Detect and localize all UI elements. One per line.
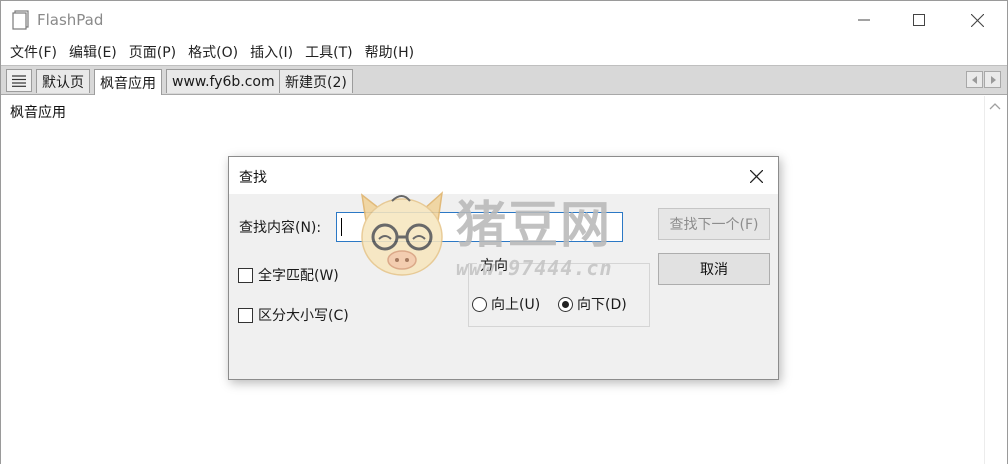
minimize-icon [858, 19, 870, 21]
menu-format[interactable]: 格式(O) [183, 42, 243, 62]
close-icon [749, 169, 763, 183]
notepad-app-icon [12, 10, 29, 30]
direction-down-label[interactable]: 向下(D) [577, 294, 627, 314]
whole-word-label[interactable]: 全字匹配(W) [258, 265, 339, 285]
pig-logo-icon [360, 191, 444, 276]
match-case-checkbox[interactable] [238, 307, 253, 323]
chevron-up-icon[interactable] [989, 102, 1001, 110]
find-what-label: 查找内容(N): [239, 220, 322, 236]
menu-page[interactable]: 页面(P) [124, 42, 181, 62]
direction-down-option[interactable]: 向下(D) [558, 294, 627, 314]
tab-fengyin-app[interactable]: 枫音应用 [94, 69, 162, 95]
menu-help[interactable]: 帮助(H) [360, 42, 419, 62]
maximize-icon [913, 14, 925, 26]
page-tab-bar: 默认页 枫音应用 www.fy6b.com 新建页(2) [1, 65, 1007, 95]
close-icon [970, 13, 984, 27]
whole-word-checkbox[interactable] [238, 267, 253, 283]
tab-new-page-2[interactable]: 新建页(2) [279, 69, 353, 93]
watermark: 猪豆网 www.97444.cn [352, 187, 652, 283]
direction-up-radio[interactable] [472, 296, 487, 312]
direction-down-radio[interactable] [558, 296, 573, 312]
vertical-scrollbar[interactable] [984, 96, 1007, 464]
match-case-option[interactable]: 区分大小写(C) [238, 305, 349, 325]
menu-edit[interactable]: 编辑(E) [64, 42, 122, 62]
whole-word-option[interactable]: 全字匹配(W) [238, 265, 339, 285]
menu-tools[interactable]: 工具(T) [300, 42, 357, 62]
tab-fy6b-site[interactable]: www.fy6b.com [166, 69, 281, 93]
direction-up-option[interactable]: 向上(U) [472, 294, 540, 314]
watermark-url: www.97444.cn [456, 256, 613, 280]
editor-content[interactable]: 枫音应用 [10, 102, 66, 122]
app-title: FlashPad [37, 11, 104, 29]
watermark-title: 猪豆网 [456, 196, 612, 254]
menu-file[interactable]: 文件(F) [5, 42, 62, 62]
text-caret [341, 218, 342, 236]
menu-bar: 文件(F) 编辑(E) 页面(P) 格式(O) 插入(I) 工具(T) 帮助(H… [1, 39, 1007, 65]
cancel-button[interactable]: 取消 [658, 253, 770, 285]
title-bar: FlashPad [1, 1, 1007, 39]
list-icon [12, 74, 26, 87]
find-dialog-title: 查找 [239, 170, 267, 186]
triangle-right-icon [990, 75, 996, 84]
close-window-button[interactable] [954, 1, 1000, 39]
tab-list-button[interactable] [6, 69, 32, 92]
triangle-left-icon [971, 75, 977, 84]
menu-insert[interactable]: 插入(I) [245, 42, 298, 62]
tab-default-page[interactable]: 默认页 [36, 69, 90, 93]
maximize-button[interactable] [896, 1, 942, 39]
direction-up-label[interactable]: 向上(U) [491, 294, 540, 314]
tab-scroll-right-button[interactable] [984, 71, 1001, 88]
match-case-label[interactable]: 区分大小写(C) [258, 305, 349, 325]
dialog-close-button[interactable] [745, 166, 767, 186]
tab-scroll-left-button[interactable] [966, 71, 983, 88]
find-next-button[interactable]: 查找下一个(F) [658, 208, 770, 240]
minimize-button[interactable] [841, 1, 887, 39]
